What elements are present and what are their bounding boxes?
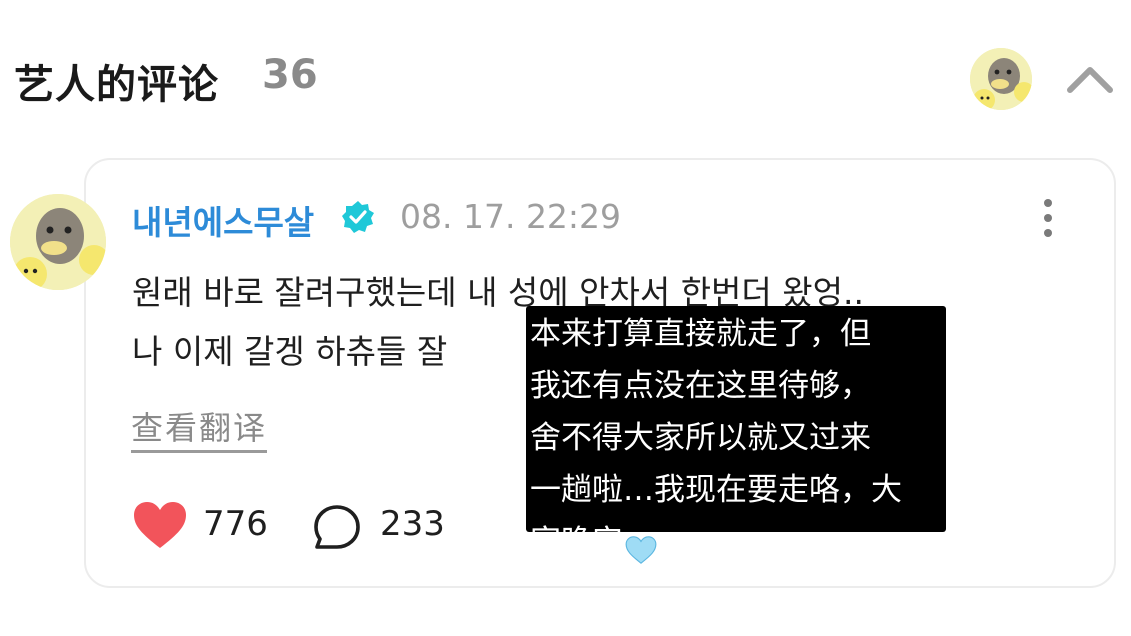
duck-avatar-icon[interactable]	[10, 194, 106, 290]
comment-bubble-icon[interactable]	[312, 503, 362, 551]
like-count: 776	[203, 504, 268, 544]
translate-link[interactable]: 查看翻译	[131, 403, 268, 453]
comment-timestamp: 08. 17. 22:29	[400, 197, 622, 236]
heart-icon[interactable]	[132, 500, 188, 550]
translation-line: 我还有点没在这里待够，	[530, 368, 871, 404]
comment-author[interactable]: 내년에스무살	[132, 196, 314, 244]
reply-count: 233	[380, 504, 445, 544]
section-title: 艺人的评论	[14, 62, 219, 108]
verified-badge-icon	[340, 199, 376, 235]
comment-count: 36	[262, 52, 318, 98]
translation-line: 一趟啦…我现在要走咯，大	[530, 472, 902, 508]
translation-line: 家晚安	[530, 516, 942, 568]
translation-overlay: 本来打算直接就走了，但 我还有点没在这里待够， 舍不得大家所以就又过来 一趟啦……	[526, 306, 946, 564]
more-vertical-icon[interactable]	[1030, 197, 1066, 239]
duck-avatar-icon[interactable]	[970, 48, 1032, 110]
translation-line-text: 家晚安	[530, 524, 623, 560]
chevron-up-icon[interactable]	[1062, 56, 1118, 100]
comment-body-line: 나 이제 갈겡 하츄들 잘	[132, 332, 448, 371]
translation-line: 本来打算直接就走了，但	[530, 316, 871, 352]
light-blue-heart-icon	[625, 529, 657, 564]
translation-line: 舍不得大家所以就又过来	[530, 420, 871, 456]
